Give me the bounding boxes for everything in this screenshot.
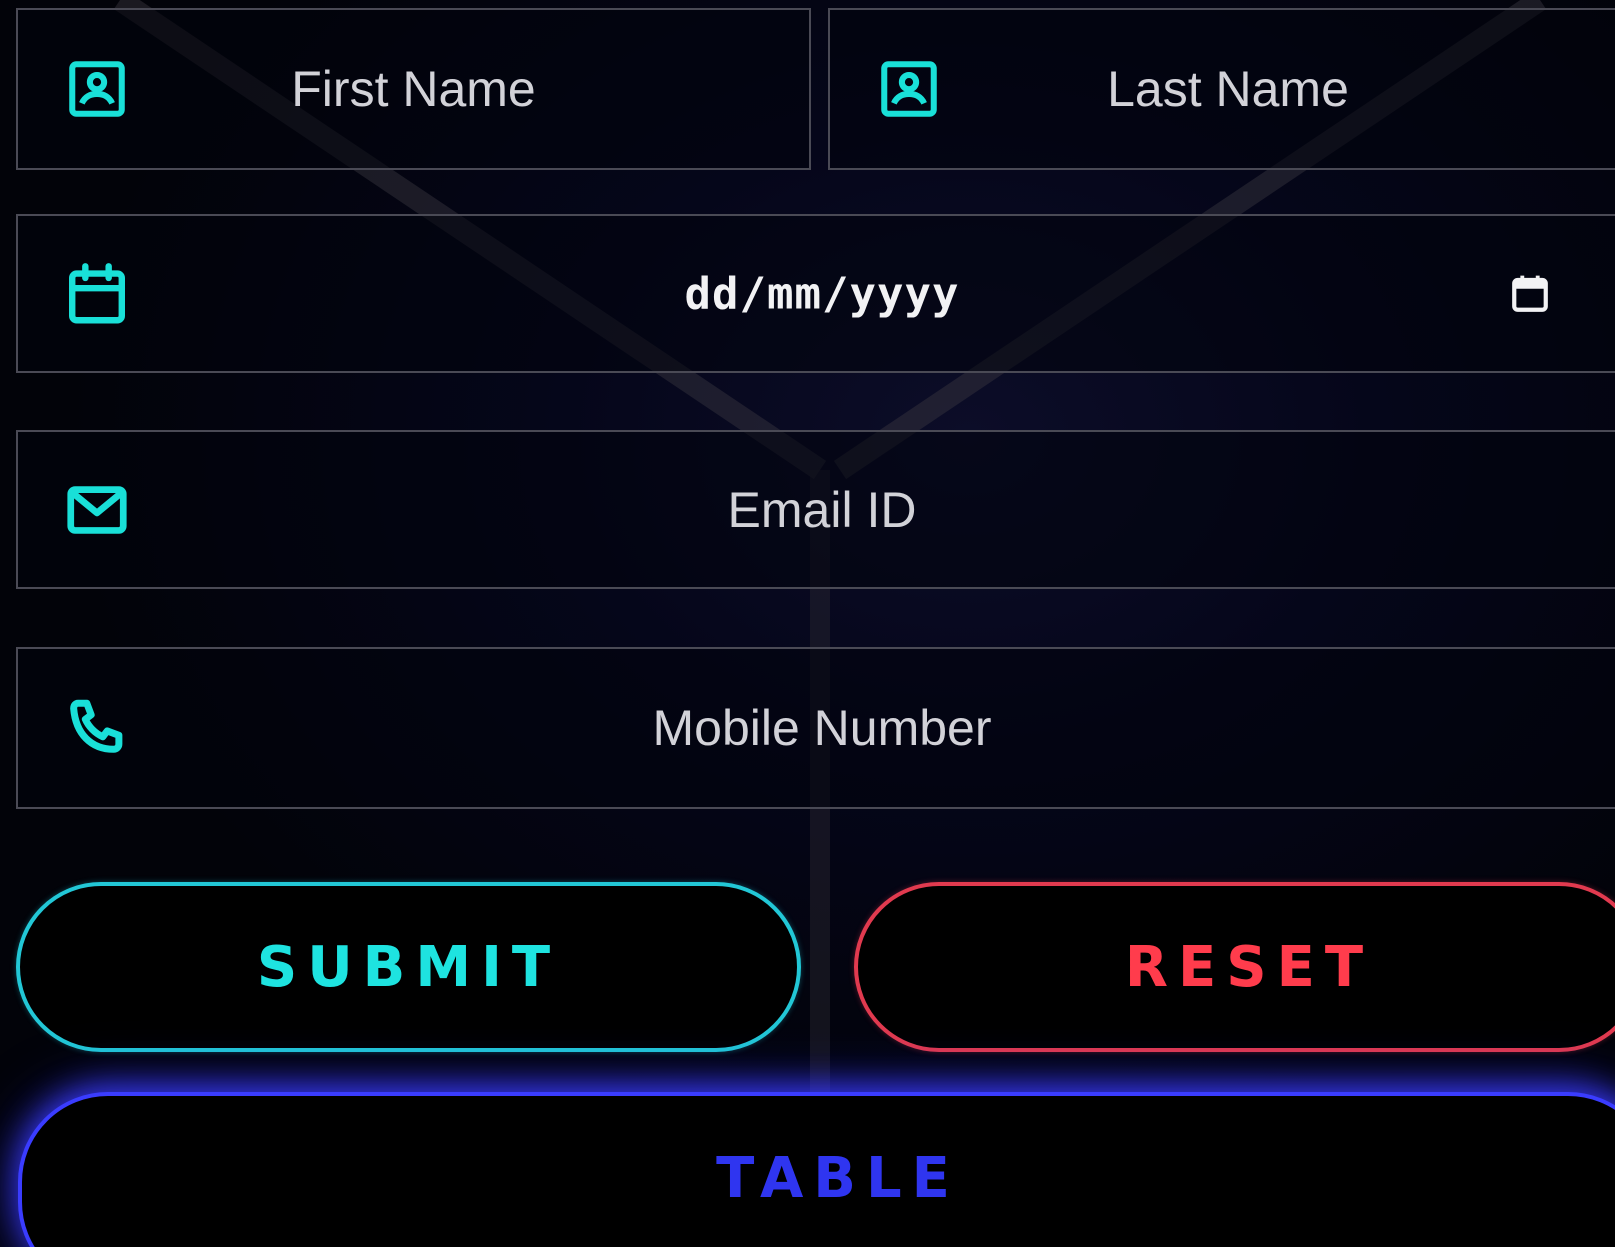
first-name-input[interactable] — [18, 10, 809, 168]
background-decoration — [113, 0, 1547, 1247]
date-field[interactable]: dd/mm/yyyy — [16, 214, 1615, 373]
date-input-value[interactable]: dd/mm/yyyy — [18, 268, 1615, 319]
calendar-picker-icon[interactable] — [1508, 272, 1552, 316]
mobile-input[interactable] — [18, 649, 1615, 807]
reset-button[interactable]: RESET — [854, 882, 1615, 1052]
first-name-field — [16, 8, 811, 170]
background — [0, 0, 1615, 1247]
calendar-icon — [62, 259, 132, 329]
mobile-field — [16, 647, 1615, 809]
last-name-input[interactable] — [830, 10, 1615, 168]
submit-button[interactable]: SUBMIT — [16, 882, 801, 1052]
last-name-field — [828, 8, 1615, 170]
email-input[interactable] — [18, 432, 1615, 587]
email-field — [16, 430, 1615, 589]
table-button[interactable]: TABLE — [18, 1092, 1615, 1247]
